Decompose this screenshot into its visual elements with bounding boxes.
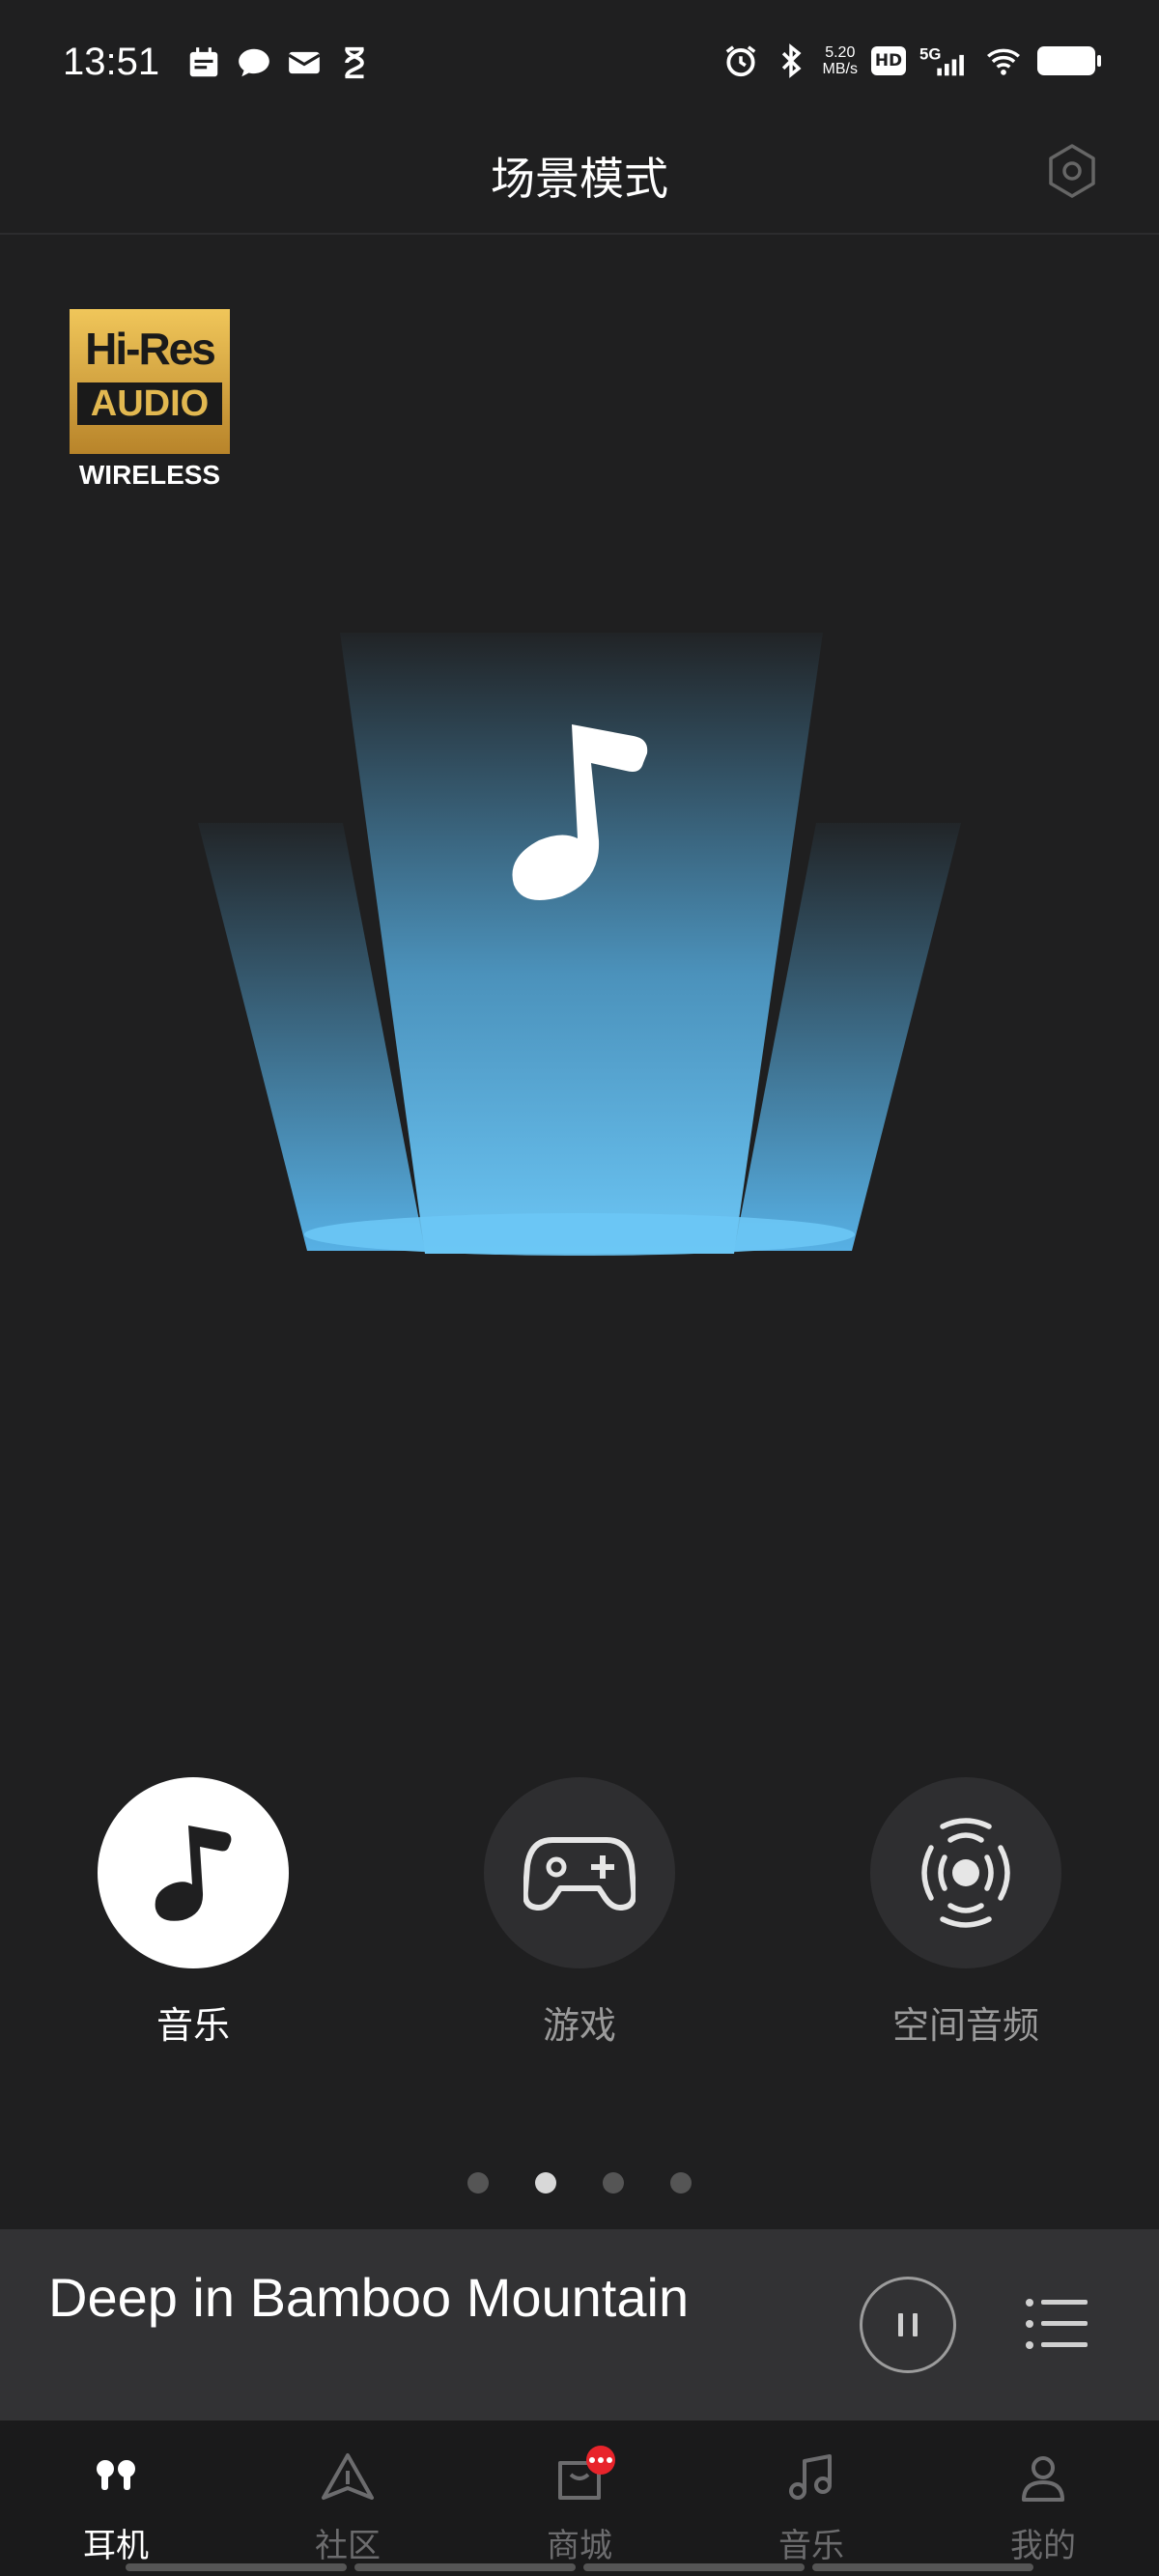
alarm-icon bbox=[725, 45, 755, 77]
signal-label: 5G bbox=[919, 44, 941, 63]
status-time: 13:51 bbox=[63, 41, 160, 83]
tab-earbuds[interactable]: 耳机 bbox=[43, 2449, 188, 2566]
calendar-icon bbox=[189, 47, 218, 77]
spatial-audio-icon bbox=[921, 1818, 1010, 1928]
bottom-tab-bar: 耳机 社区 商城 音乐 我的 bbox=[0, 2420, 1159, 2576]
tab-label: 耳机 bbox=[83, 2527, 149, 2565]
music-scene-illustration bbox=[198, 633, 961, 1256]
music-icon bbox=[789, 2454, 832, 2500]
mode-label: 游戏 bbox=[542, 2004, 616, 2047]
hd-badge: HD bbox=[871, 46, 906, 75]
tab-label: 音乐 bbox=[778, 2527, 844, 2565]
chat-bubble-icon bbox=[239, 48, 269, 77]
notification-icons bbox=[185, 44, 373, 81]
music-note-icon bbox=[155, 1826, 232, 1921]
page-dot-active[interactable] bbox=[535, 2172, 556, 2194]
network-speed: 5.20 MB/s bbox=[823, 44, 858, 77]
mode-spatial-audio-button[interactable] bbox=[870, 1777, 1061, 1968]
track-title: Deep in Bamboo Mountain bbox=[48, 2267, 690, 2328]
signal-5g-icon: 5G bbox=[919, 44, 964, 76]
page-indicator bbox=[0, 2172, 1159, 2194]
tab-shop[interactable]: 商城 bbox=[507, 2446, 652, 2566]
network-speed-unit: MB/s bbox=[822, 61, 858, 77]
mode-label: 空间音频 bbox=[891, 2004, 1039, 2047]
bluetooth-icon bbox=[781, 43, 802, 78]
mode-game[interactable]: 游戏 bbox=[464, 1777, 695, 2049]
status-bar: 13:51 5.20 MB/s HD 5G bbox=[0, 0, 1159, 130]
tab-label: 商城 bbox=[547, 2527, 612, 2565]
page-dot[interactable] bbox=[603, 2172, 624, 2194]
mode-label: 音乐 bbox=[155, 2004, 230, 2047]
playlist-icon[interactable] bbox=[1024, 2295, 1091, 2353]
hi-res-logo-plate: Hi-Res AUDIO bbox=[70, 309, 230, 454]
page-dot[interactable] bbox=[467, 2172, 489, 2194]
home-indicator[interactable] bbox=[126, 2563, 1033, 2571]
community-triangle-icon bbox=[322, 2453, 374, 2500]
hexagon-settings-icon[interactable] bbox=[1041, 140, 1103, 202]
hi-res-audio-logo: Hi-Res AUDIO WIRELESS bbox=[70, 309, 230, 502]
badge-dots-icon bbox=[589, 2457, 612, 2463]
wifi-icon bbox=[986, 48, 1021, 75]
mode-spatial-audio[interactable]: 空间音频 bbox=[850, 1777, 1082, 2049]
mode-game-button[interactable] bbox=[484, 1777, 675, 1968]
battery-icon bbox=[1037, 46, 1101, 75]
mode-music[interactable]: 音乐 bbox=[77, 1777, 309, 2049]
tab-profile[interactable]: 我的 bbox=[971, 2449, 1116, 2566]
notification-badge bbox=[586, 2446, 615, 2475]
gamepad-icon bbox=[523, 1837, 636, 1911]
tab-community[interactable]: 社区 bbox=[275, 2449, 420, 2566]
tab-label: 社区 bbox=[315, 2527, 381, 2565]
system-icons: 5.20 MB/s HD 5G bbox=[722, 42, 1101, 79]
pause-button[interactable] bbox=[860, 2277, 956, 2373]
now-playing-bar[interactable]: Deep in Bamboo Mountain bbox=[0, 2229, 1159, 2420]
mail-icon bbox=[288, 51, 321, 74]
hi-res-logo-line1: Hi-Res bbox=[85, 324, 216, 374]
tab-music[interactable]: 音乐 bbox=[739, 2449, 884, 2566]
earbuds-icon bbox=[97, 2460, 135, 2490]
scene-mode-selector: 音乐 游戏 空间音频 bbox=[0, 1777, 1159, 2057]
hi-res-logo-line3: WIRELESS bbox=[78, 460, 221, 490]
tab-label: 我的 bbox=[1010, 2527, 1076, 2565]
hi-res-logo-line2: AUDIO bbox=[77, 382, 222, 425]
page-dot[interactable] bbox=[670, 2172, 692, 2194]
network-speed-value: 5.20 bbox=[825, 44, 856, 61]
pause-icon bbox=[898, 2313, 918, 2336]
profile-icon bbox=[1022, 2456, 1064, 2502]
title-bar: 场景模式 bbox=[0, 130, 1159, 235]
hourglass-icon bbox=[345, 46, 364, 79]
page-title: 场景模式 bbox=[491, 153, 668, 205]
mode-music-button[interactable] bbox=[98, 1777, 289, 1968]
